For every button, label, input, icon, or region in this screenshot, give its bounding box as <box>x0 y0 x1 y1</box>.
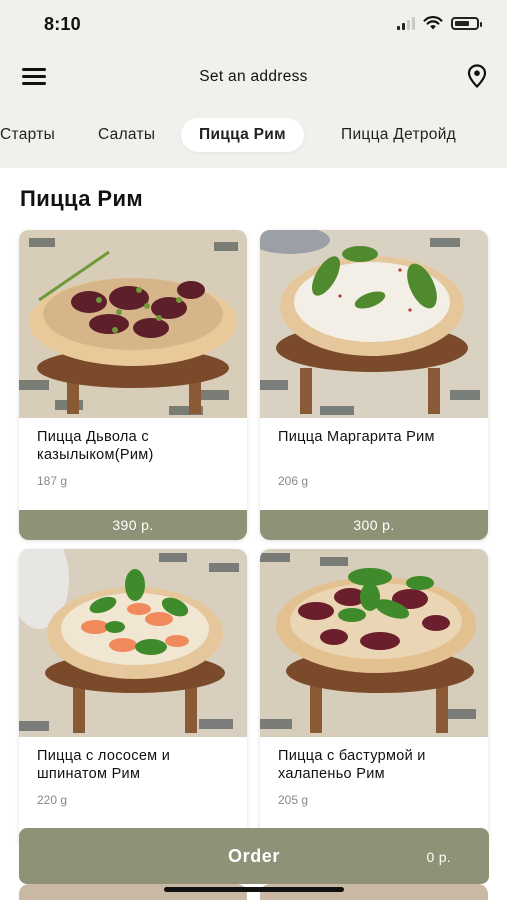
product-weight: 205 g <box>278 793 309 807</box>
product-photo <box>260 549 488 737</box>
home-indicator[interactable] <box>164 887 344 892</box>
top-bar: 8:10 Set an address Старты Салаты Пицца … <box>0 0 507 168</box>
battery-icon <box>451 16 482 30</box>
tab-pizza-rome[interactable]: Пицца Рим <box>181 118 304 152</box>
product-photo <box>19 549 247 737</box>
product-name: Пицца Дьвола с казылыком(Рим) <box>37 429 154 463</box>
order-label: Order <box>227 846 281 866</box>
tab-starters[interactable]: Старты <box>0 118 73 152</box>
product-name: Пицца Маргарита Рим <box>278 429 435 445</box>
product-card[interactable]: Пицца с лососем и шпинатом Рим 220 g <box>19 549 247 849</box>
product-card[interactable]: Пицца с бастурмой и халапеньо Рим 205 g <box>260 549 488 849</box>
section-title: Пицца Рим <box>20 186 144 211</box>
tab-salads[interactable]: Салаты <box>80 118 173 152</box>
order-button[interactable]: Order 0 р. <box>19 828 489 884</box>
product-card[interactable]: Пицца Маргарита Рим 206 g 300 р. <box>260 230 488 540</box>
order-total: 0 р. <box>426 849 451 865</box>
wifi-icon <box>423 16 443 30</box>
address-selector[interactable]: Set an address <box>0 68 507 86</box>
product-price-button[interactable]: 300 р. <box>260 510 488 540</box>
app-header: Set an address <box>0 48 507 106</box>
product-photo <box>19 230 247 418</box>
product-weight: 187 g <box>37 474 68 488</box>
cellular-signal-icon <box>397 16 415 30</box>
status-bar: 8:10 <box>0 0 507 48</box>
status-icons <box>397 16 482 30</box>
product-name: Пицца с лососем и шпинатом Рим <box>37 748 171 782</box>
product-card[interactable]: Пицца Дьвола с казылыком(Рим) 187 g 390 … <box>19 230 247 540</box>
category-tabs: Старты Салаты Пицца Рим Пицца Детройд <box>0 114 507 158</box>
tab-pizza-detroit[interactable]: Пицца Детройд <box>323 118 474 152</box>
product-name: Пицца с бастурмой и халапеньо Рим <box>278 748 426 782</box>
product-photo <box>260 230 488 418</box>
status-time: 8:10 <box>44 14 81 34</box>
product-price-button[interactable]: 390 р. <box>19 510 247 540</box>
product-weight: 206 g <box>278 474 309 488</box>
product-weight: 220 g <box>37 793 68 807</box>
map-pin-icon[interactable] <box>467 64 487 88</box>
